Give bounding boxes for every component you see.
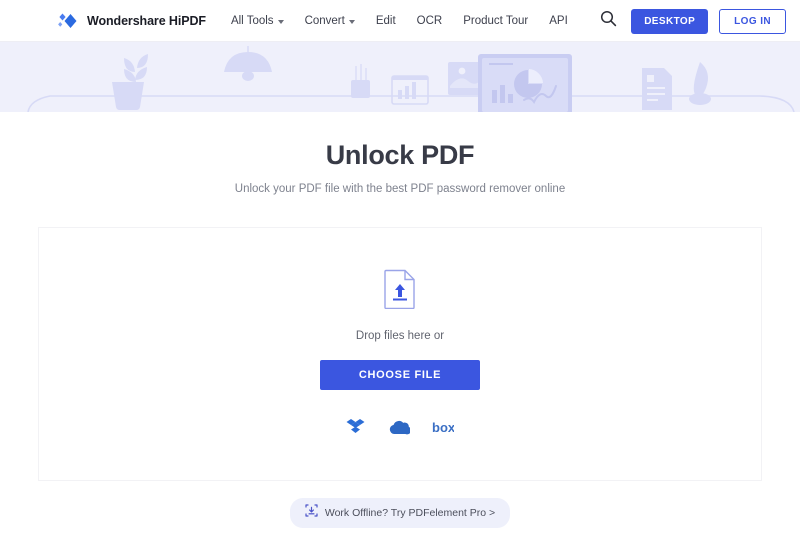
login-button[interactable]: LOG IN [719, 8, 786, 34]
dropbox-icon [346, 418, 365, 439]
chevron-down-icon [277, 19, 284, 24]
brand-name: Wondershare HiPDF [87, 13, 206, 28]
svg-text:box: box [432, 420, 454, 434]
nav-item-api[interactable]: API [549, 15, 568, 27]
page-title: Unlock PDF [325, 140, 475, 170]
top-navigation-bar: Wondershare HiPDF All Tools Convert Edit… [0, 0, 800, 42]
file-dropzone[interactable]: Drop files here or CHOOSE FILE box [38, 227, 762, 481]
chevron-down-icon [348, 19, 355, 24]
wondershare-diamond-logo-icon [57, 11, 79, 31]
banner-artwork [27, 46, 795, 112]
box-icon: box [432, 420, 456, 437]
nav-item-all-tools-label: All Tools [230, 14, 274, 27]
work-offline-button[interactable]: Work Offline? Try PDFelement Pro > [289, 498, 511, 528]
nav-item-ocr[interactable]: OCR [417, 15, 443, 27]
box-button[interactable]: box [432, 420, 456, 437]
nav-item-ocr-label: OCR [416, 14, 443, 27]
footer: Work Offline? Try PDFelement Pro > [0, 498, 800, 528]
page-subtitle: Unlock your PDF file with the best PDF p… [234, 183, 566, 195]
brand-logo-link[interactable]: Wondershare HiPDF [57, 11, 206, 31]
onedrive-icon [387, 419, 412, 438]
main-content: Unlock PDF Unlock your PDF file with the… [0, 112, 800, 528]
nav-item-api-label: API [549, 14, 568, 27]
nav-item-all-tools[interactable]: All Tools [231, 15, 284, 27]
cloud-services-row: box [346, 418, 456, 439]
nav-item-product-tour-label: Product Tour [463, 14, 529, 27]
choose-file-button[interactable]: CHOOSE FILE [320, 360, 480, 390]
hero-banner-illustration [0, 42, 800, 112]
nav-item-edit-label: Edit [375, 14, 396, 27]
work-offline-label: Work Offline? Try PDFelement Pro > [324, 507, 496, 519]
file-upload-icon [383, 269, 417, 314]
drop-files-label: Drop files here or [355, 330, 445, 342]
nav-item-convert-label: Convert [304, 14, 345, 27]
nav-item-product-tour[interactable]: Product Tour [463, 15, 528, 27]
search-icon[interactable] [600, 10, 620, 32]
dropbox-button[interactable] [346, 418, 365, 439]
nav-actions: DESKTOP LOG IN [600, 0, 786, 42]
onedrive-button[interactable] [387, 419, 412, 438]
nav-item-convert[interactable]: Convert [305, 15, 355, 27]
nav-item-edit[interactable]: Edit [376, 15, 396, 27]
desktop-button[interactable]: DESKTOP [631, 8, 709, 34]
nav-links: All Tools Convert Edit OCR Product Tour … [231, 15, 568, 27]
desktop-download-icon [305, 504, 318, 522]
